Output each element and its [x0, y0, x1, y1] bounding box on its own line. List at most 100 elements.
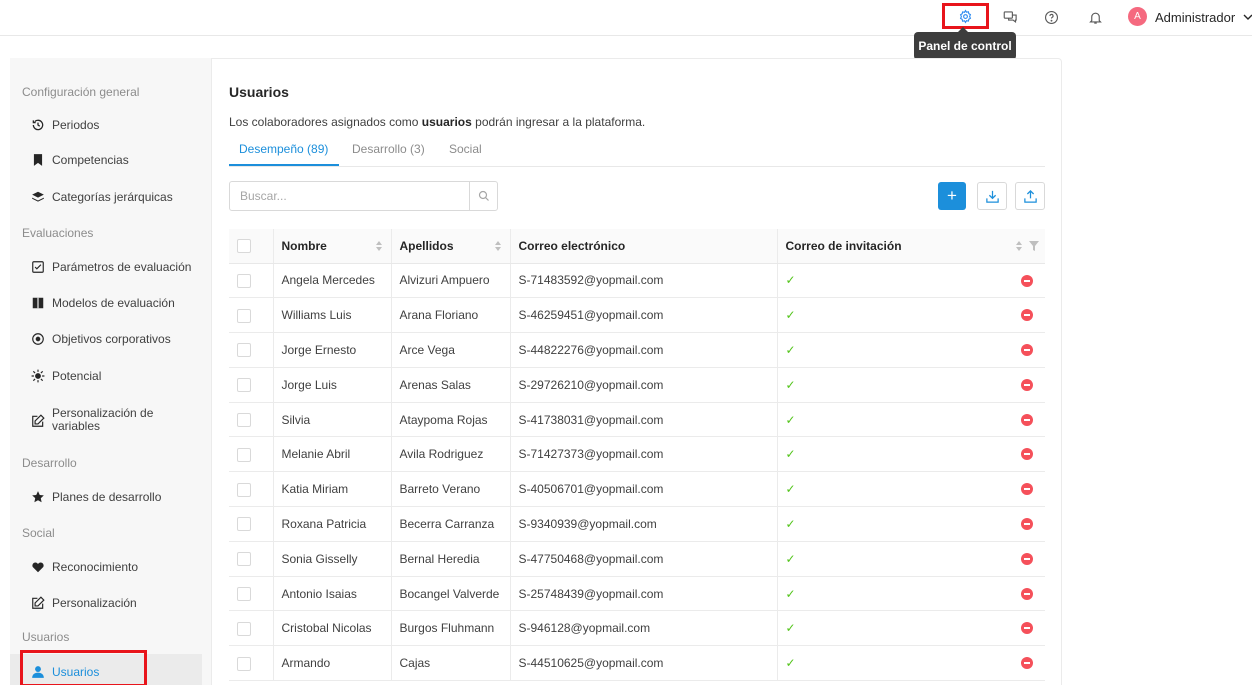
- row-checkbox[interactable]: [237, 413, 251, 427]
- table-row[interactable]: Sonia Gisselly Bernal Heredia S-47750468@y…: [229, 541, 1045, 577]
- row-checkbox[interactable]: [237, 482, 251, 497]
- sidebar-item-planes[interactable]: Planes de desarrollo: [30, 489, 161, 504]
- sort-icon[interactable]: [494, 240, 502, 252]
- row-select-cell: [229, 576, 274, 612]
- row-checkbox[interactable]: [237, 552, 251, 567]
- table-row[interactable]: Jorge Luis Arenas Salas S-29726210@yopmail…: [229, 367, 1045, 403]
- remove-icon[interactable]: [1021, 622, 1033, 635]
- cell-invitacion: ✓: [777, 297, 1045, 334]
- table-row[interactable]: Jorge Ernesto Arce Vega S-44822276@yopmail…: [229, 332, 1045, 368]
- column-header-apellidos[interactable]: Apellidos: [391, 229, 511, 264]
- row-select-cell: [229, 610, 274, 647]
- cell-apellidos: Bernal Heredia: [391, 541, 511, 577]
- avatar[interactable]: A: [1128, 7, 1147, 26]
- row-checkbox[interactable]: [237, 656, 251, 671]
- sun-icon: [30, 368, 45, 383]
- remove-icon[interactable]: [1021, 378, 1033, 391]
- bell-icon: [1088, 12, 1102, 24]
- remove-icon[interactable]: [1021, 309, 1033, 322]
- column-header-nombre[interactable]: Nombre: [273, 229, 392, 264]
- row-checkbox[interactable]: [237, 378, 251, 393]
- row-checkbox[interactable]: [237, 447, 251, 462]
- row-checkbox[interactable]: [237, 517, 251, 532]
- table-row[interactable]: Roxana Patricia Becerra Carranza S-9340939…: [229, 506, 1045, 542]
- tab-social[interactable]: Social: [449, 142, 482, 156]
- settings-gear-button[interactable]: [942, 3, 989, 29]
- tab-desempeno[interactable]: Desempeño (89): [239, 142, 328, 156]
- remove-icon[interactable]: [1021, 552, 1033, 565]
- sidebar-item-objetivos[interactable]: Objetivos corporativos: [30, 331, 171, 346]
- table-row[interactable]: Katia Miriam Barreto Verano S-40506701@yop…: [229, 471, 1045, 508]
- cell-invitacion: ✓: [777, 367, 1045, 403]
- row-checkbox[interactable]: [237, 621, 251, 636]
- chat-button[interactable]: [999, 6, 1021, 28]
- tab-desarrollo[interactable]: Desarrollo (3): [352, 142, 425, 156]
- cell-invitacion: ✓: [777, 332, 1045, 368]
- table-row[interactable]: Melanie Abril Avila Rodriguez S-71427373@y…: [229, 436, 1045, 473]
- table-row[interactable]: Angela Mercedes Alvizuri Ampuero S-7148359…: [229, 263, 1045, 299]
- sidebar-group-label: Evaluaciones: [22, 226, 94, 240]
- add-user-button[interactable]: +: [938, 182, 966, 210]
- heart-icon: [30, 559, 45, 574]
- sidebar-item-categorias[interactable]: Categorías jerárquicas: [30, 189, 173, 204]
- table-row[interactable]: Silvia Ataypoma Rojas S-41738031@yopmail.c…: [229, 402, 1045, 438]
- select-all-checkbox[interactable]: [237, 239, 251, 254]
- search-button[interactable]: [469, 182, 497, 210]
- sidebar-item-parametros[interactable]: Parámetros de evaluación: [30, 259, 191, 274]
- cell-apellidos: Arenas Salas: [391, 367, 511, 403]
- remove-icon[interactable]: [1021, 483, 1033, 496]
- row-checkbox[interactable]: [237, 273, 251, 288]
- filter-icon[interactable]: [1029, 240, 1039, 252]
- search-box: [229, 181, 498, 211]
- sidebar-item-personalizacion-variables[interactable]: Personalización de variables: [30, 407, 170, 433]
- column-header-invitacion[interactable]: Correo de invitación: [777, 229, 1045, 264]
- edit-icon: [30, 413, 45, 428]
- user-name[interactable]: Administrador: [1155, 10, 1235, 25]
- remove-icon[interactable]: [1021, 518, 1033, 531]
- sidebar-group-label: Configuración general: [22, 85, 140, 99]
- remove-icon[interactable]: [1021, 587, 1033, 600]
- cell-nombre: Armando: [273, 645, 392, 682]
- plus-icon: +: [947, 186, 957, 205]
- help-button[interactable]: [1040, 6, 1062, 28]
- sidebar-item-potencial[interactable]: Potencial: [30, 368, 101, 383]
- sidebar-group-label: Usuarios: [22, 630, 70, 644]
- page-description: Los colaboradores asignados como usuario…: [229, 115, 646, 129]
- table-row[interactable]: Williams Luis Arana Floriano S-46259451@yo…: [229, 297, 1045, 334]
- sidebar-item-personalizacion[interactable]: Personalización: [30, 595, 137, 610]
- check-icon: ✓: [785, 308, 796, 323]
- cell-nombre: Katia Miriam: [273, 471, 392, 508]
- sidebar-item-modelos[interactable]: Modelos de evaluación: [30, 295, 175, 310]
- table-row[interactable]: Antonio Isaias Bocangel Valverde S-2574843…: [229, 576, 1045, 612]
- help-icon: [1044, 10, 1058, 24]
- notifications-button[interactable]: [1084, 6, 1106, 28]
- check-icon: ✓: [785, 342, 796, 357]
- sort-icon[interactable]: [1015, 240, 1023, 252]
- table-row[interactable]: Armando Cajas S-44510625@yopmail.com ✓: [229, 645, 1045, 682]
- download-button[interactable]: [977, 182, 1007, 210]
- row-checkbox[interactable]: [237, 343, 251, 358]
- table-row[interactable]: Cristobal Nicolas Burgos Fluhmann S-946128…: [229, 610, 1045, 647]
- row-checkbox[interactable]: [237, 586, 251, 601]
- sidebar-item-periodos[interactable]: Periodos: [30, 117, 99, 132]
- remove-icon[interactable]: [1021, 448, 1033, 461]
- chevron-down-icon[interactable]: [1243, 10, 1252, 24]
- sidebar-item-label: Modelos de evaluación: [52, 295, 175, 310]
- cell-apellidos: Arce Vega: [391, 332, 511, 368]
- sort-icon[interactable]: [375, 240, 383, 252]
- cell-correo: S-44510625@yopmail.com: [510, 645, 778, 682]
- cell-nombre: Silvia: [273, 402, 392, 438]
- remove-icon[interactable]: [1021, 413, 1033, 426]
- upload-button[interactable]: [1015, 182, 1045, 210]
- row-checkbox[interactable]: [237, 308, 251, 323]
- sidebar-item-reconocimiento[interactable]: Reconocimiento: [30, 559, 138, 574]
- page-title: Usuarios: [229, 84, 289, 100]
- cell-apellidos: Barreto Verano: [391, 471, 511, 508]
- remove-icon[interactable]: [1021, 657, 1033, 670]
- remove-icon[interactable]: [1021, 344, 1033, 357]
- remove-icon[interactable]: [1021, 274, 1033, 287]
- sidebar-item-competencias[interactable]: Competencias: [30, 152, 129, 167]
- cell-apellidos: Alvizuri Ampuero: [391, 263, 511, 299]
- search-input[interactable]: [230, 182, 470, 210]
- check-icon: ✓: [785, 377, 796, 392]
